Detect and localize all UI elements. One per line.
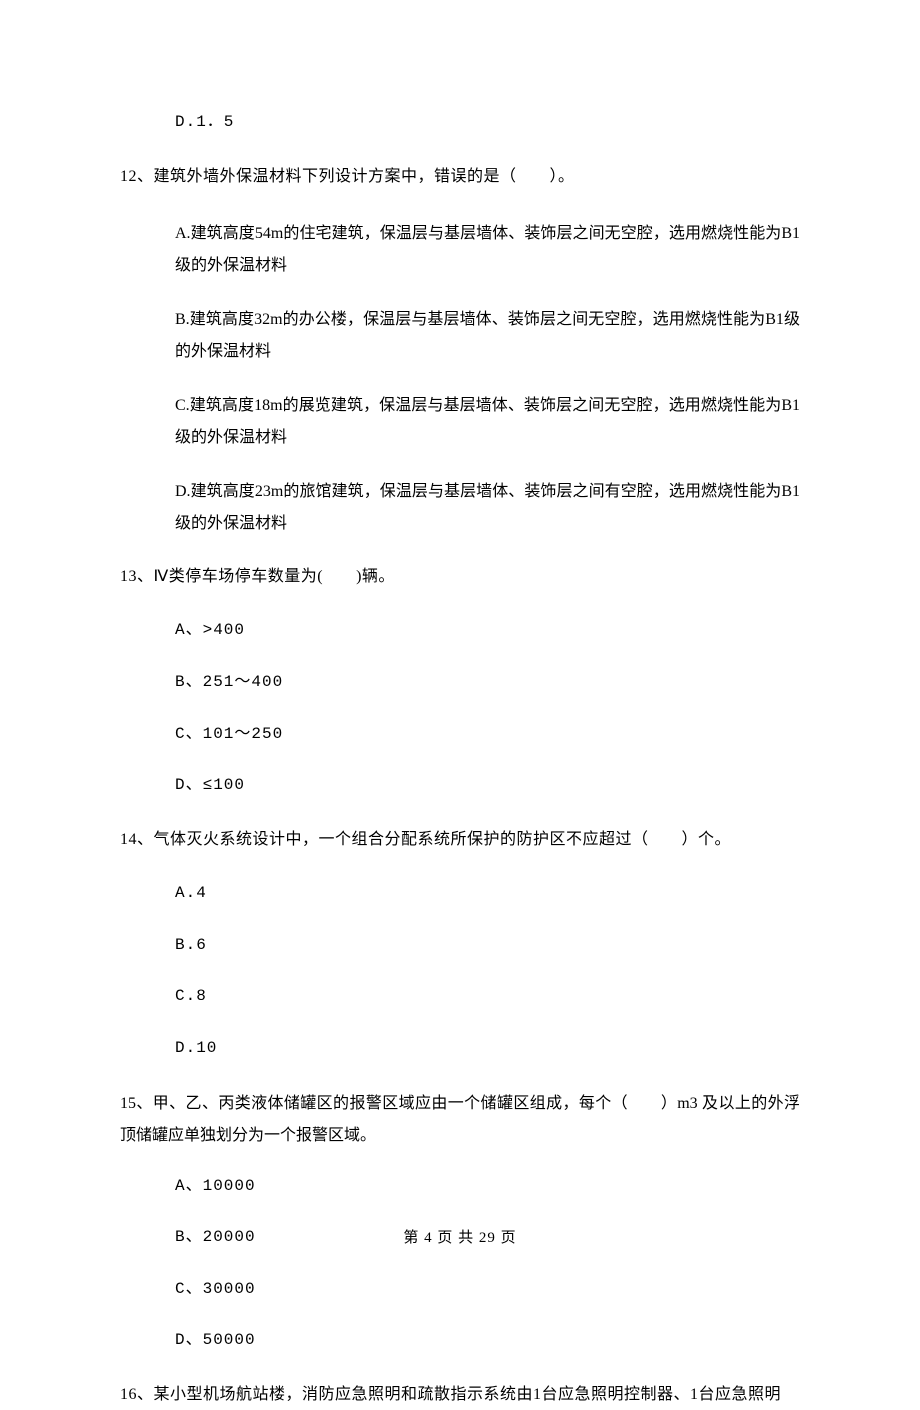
q14-option-a: A.4 — [120, 881, 800, 907]
q12-option-c: C.建筑高度18m的展览建筑，保温层与基层墙体、装饰层之间无空腔，选用燃烧性能为… — [120, 390, 800, 454]
q12-stem: 12、建筑外墙外保温材料下列设计方案中，错误的是（ ）。 — [120, 162, 800, 192]
q13-stem: 13、Ⅳ类停车场停车数量为( )辆。 — [120, 562, 800, 592]
q15-option-a: A、10000 — [120, 1174, 800, 1200]
q15-option-c: C、30000 — [120, 1277, 800, 1303]
page-footer: 第 4 页 共 29 页 — [0, 1226, 920, 1247]
q13-option-b: B、251～400 — [120, 670, 800, 696]
q14-option-b: B.6 — [120, 933, 800, 959]
q12-option-a: A.建筑高度54m的住宅建筑，保温层与基层墙体、装饰层之间无空腔，选用燃烧性能为… — [120, 218, 800, 282]
q16-stem: 16、某小型机场航站楼，消防应急照明和疏散指示系统由1台应急照明控制器、1台应急… — [120, 1380, 800, 1410]
q12-option-b: B.建筑高度32m的办公楼，保温层与基层墙体、装饰层之间无空腔，选用燃烧性能为B… — [120, 304, 800, 368]
q14-option-c: C.8 — [120, 984, 800, 1010]
q14-stem: 14、气体灭火系统设计中，一个组合分配系统所保护的防护区不应超过（ ）个。 — [120, 825, 800, 855]
q13-option-c: C、101～250 — [120, 722, 800, 748]
q15-option-d: D、50000 — [120, 1328, 800, 1354]
q14-option-d: D.10 — [120, 1036, 800, 1062]
q11-option-d: D.1．5 — [120, 110, 800, 136]
q12-option-d: D.建筑高度23m的旅馆建筑，保温层与基层墙体、装饰层之间有空腔，选用燃烧性能为… — [120, 476, 800, 540]
q15-stem: 15、甲、乙、丙类液体储罐区的报警区域应由一个储罐区组成，每个（ ）m3 及以上… — [120, 1088, 800, 1152]
q13-option-a: A、>400 — [120, 618, 800, 644]
q13-option-d: D、≤100 — [120, 773, 800, 799]
